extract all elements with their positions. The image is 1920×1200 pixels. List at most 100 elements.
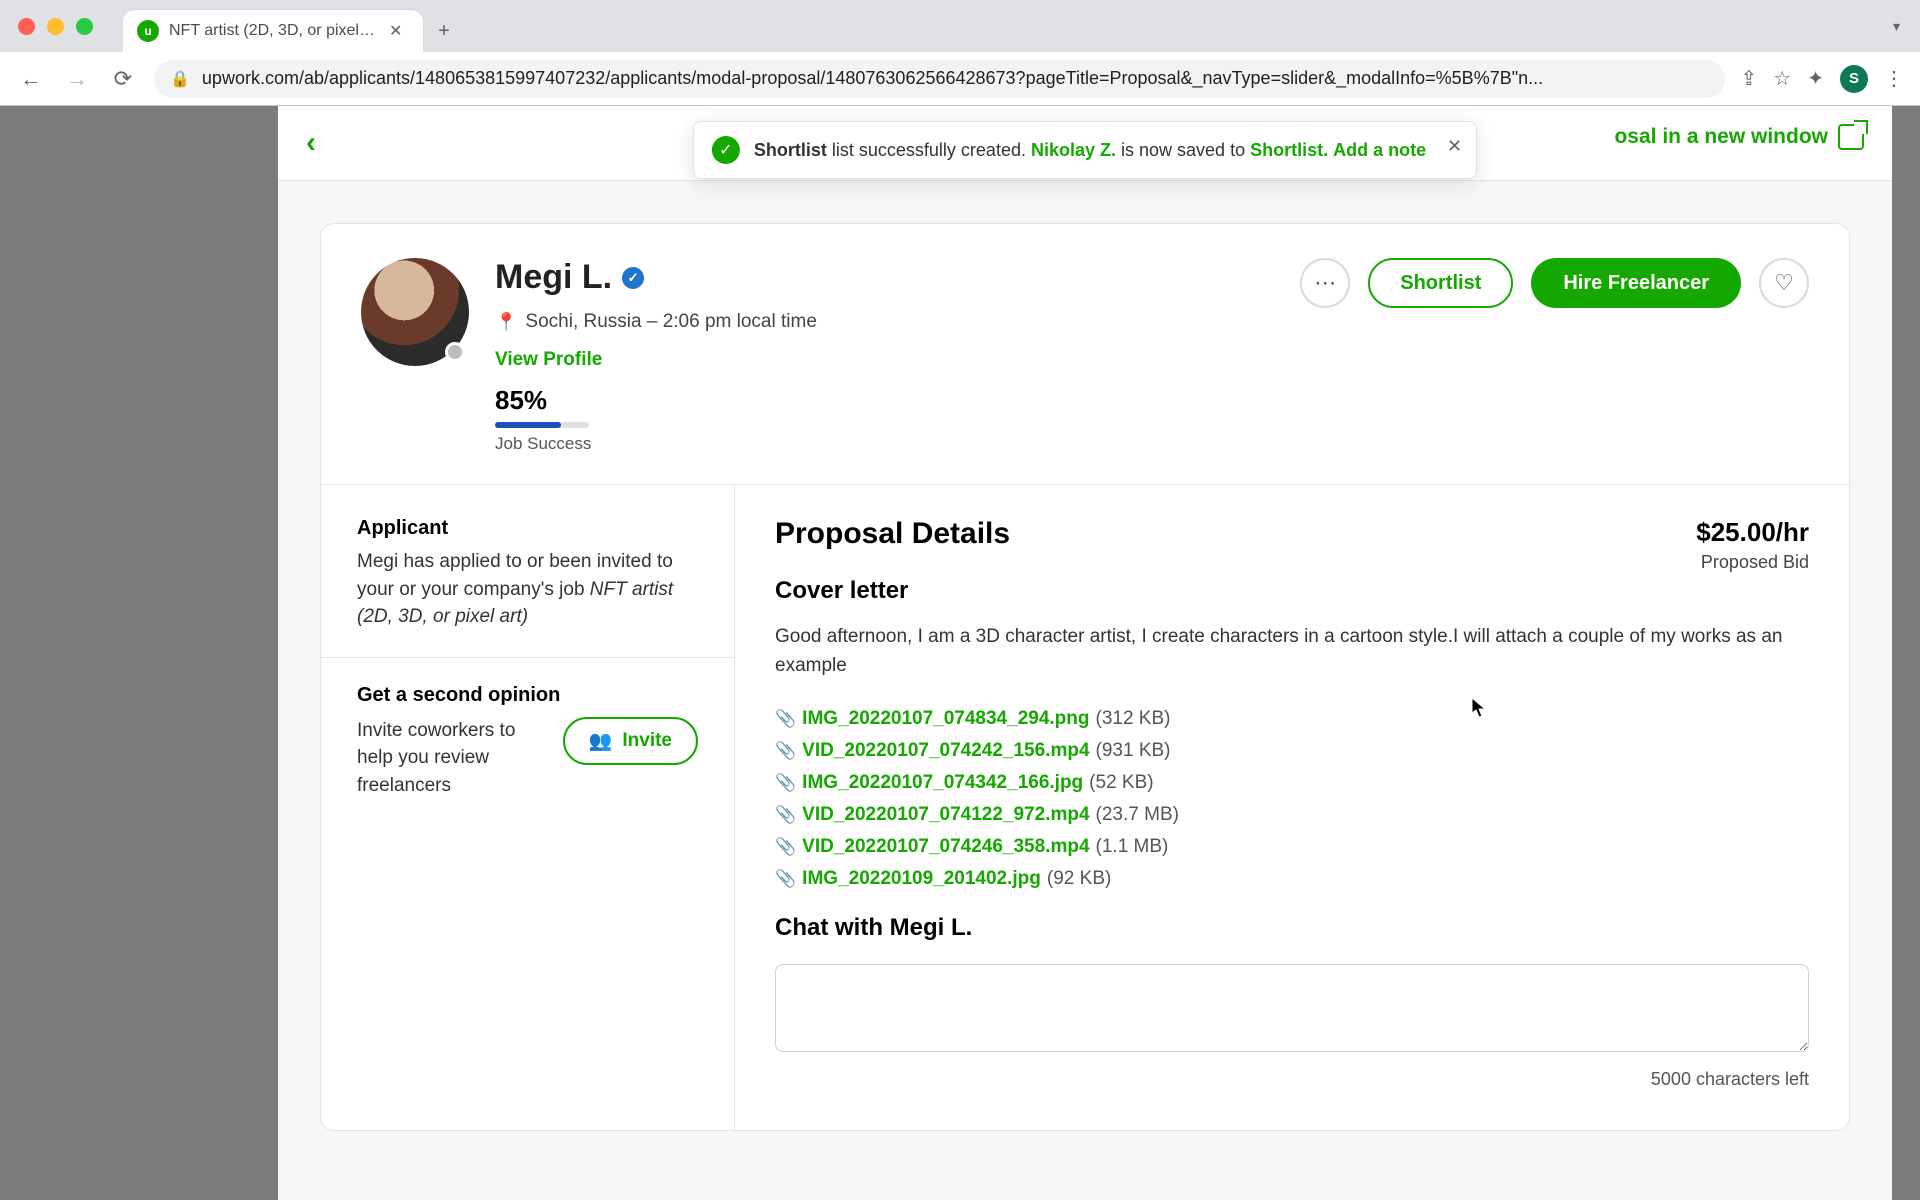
nav-forward-icon[interactable]: → [62, 66, 92, 92]
browser-profile-avatar[interactable]: S [1840, 65, 1868, 93]
profile-header: Megi L. ✓ 📍 Sochi, Russia – 2:06 pm loca… [321, 224, 1849, 484]
open-new-window-label: osal in a new window [1614, 125, 1828, 149]
attachment-link[interactable]: IMG_20220107_074834_294.png [802, 708, 1089, 730]
nav-back-icon[interactable]: ← [16, 66, 46, 92]
address-bar[interactable]: 🔒 upwork.com/ab/applicants/1480653815997… [154, 60, 1725, 98]
left-sidebar: Applicant Megi has applied to or been in… [321, 485, 735, 1130]
attachment-size: (23.7 MB) [1096, 804, 1179, 826]
applicant-description: Megi has applied to or been invited to y… [357, 548, 698, 631]
attachment-row: 📎 VID_20220107_074122_972.mp4 (23.7 MB) [775, 804, 1809, 826]
attachment-size: (52 KB) [1089, 772, 1153, 794]
shortlist-button[interactable]: Shortlist [1368, 258, 1513, 308]
chars-remaining: 5000 characters left [775, 1069, 1809, 1090]
paperclip-icon: 📎 [775, 869, 796, 889]
paperclip-icon: 📎 [775, 805, 796, 825]
cover-letter-text: Good afternoon, I am a 3D character arti… [775, 623, 1809, 680]
proposal-modal: ‹ osal in a new window ✓ Shortlist list … [278, 106, 1892, 1200]
more-actions-button[interactable]: ⋯ [1300, 258, 1350, 308]
window-close-icon[interactable] [18, 18, 35, 35]
lock-icon: 🔒 [170, 69, 190, 89]
browser-tab[interactable]: u NFT artist (2D, 3D, or pixel art) ✕ [123, 10, 423, 52]
freelancer-location: 📍 Sochi, Russia – 2:06 pm local time [495, 311, 817, 333]
favorite-button[interactable]: ♡ [1759, 258, 1809, 308]
freelancer-avatar[interactable] [361, 258, 469, 366]
paperclip-icon: 📎 [775, 837, 796, 857]
toast-close-icon[interactable]: ✕ [1447, 136, 1462, 157]
attachment-row: 📎 VID_20220107_074242_156.mp4 (931 KB) [775, 740, 1809, 762]
browser-chrome: u NFT artist (2D, 3D, or pixel art) ✕ + … [0, 0, 1920, 106]
attachment-link[interactable]: VID_20220107_074122_972.mp4 [802, 804, 1089, 826]
modal-back-icon[interactable]: ‹ [306, 126, 316, 160]
browser-toolbar: ← → ⟳ 🔒 upwork.com/ab/applicants/1480653… [0, 52, 1920, 105]
job-success-label: Job Success [495, 434, 817, 454]
modal-backdrop-left[interactable] [0, 106, 278, 1200]
chat-message-input[interactable] [775, 964, 1809, 1052]
divider [321, 657, 734, 658]
modal-backdrop-right[interactable] [1892, 106, 1920, 1200]
job-success-percent: 85% [495, 385, 817, 416]
proposed-bid-block: $25.00/hr Proposed Bid [1696, 517, 1809, 573]
tab-strip: u NFT artist (2D, 3D, or pixel art) ✕ + … [0, 0, 1920, 52]
share-icon[interactable]: ⇪ [1741, 66, 1758, 91]
bookmark-star-icon[interactable]: ☆ [1773, 66, 1791, 91]
invite-icon: 👥 [589, 729, 613, 753]
proposal-details-panel: $25.00/hr Proposed Bid Proposal Details … [735, 485, 1849, 1130]
shortlist-toast: ✓ Shortlist list successfully created. N… [693, 121, 1477, 179]
hire-freelancer-button[interactable]: Hire Freelancer [1531, 258, 1741, 308]
new-tab-button[interactable]: + [423, 10, 465, 52]
attachments-list: 📎 IMG_20220107_074834_294.png (312 KB) 📎 VI… [775, 708, 1809, 890]
bid-amount: $25.00/hr [1696, 517, 1809, 548]
attachment-link[interactable]: IMG_20220109_201402.jpg [802, 868, 1041, 890]
paperclip-icon: 📎 [775, 709, 796, 729]
toast-name-link[interactable]: Nikolay Z. [1031, 140, 1116, 160]
tab-title: NFT artist (2D, 3D, or pixel art) [169, 22, 379, 40]
profile-actions: ⋯ Shortlist Hire Freelancer ♡ [1300, 258, 1809, 308]
cover-letter-heading: Cover letter [775, 577, 1809, 605]
proposal-card: Megi L. ✓ 📍 Sochi, Russia – 2:06 pm loca… [320, 223, 1850, 1131]
tab-favicon-icon: u [137, 20, 159, 42]
attachment-row: 📎 IMG_20220109_201402.jpg (92 KB) [775, 868, 1809, 890]
open-new-window-link[interactable]: osal in a new window [1614, 124, 1864, 150]
attachment-link[interactable]: VID_20220107_074246_358.mp4 [802, 836, 1089, 858]
modal-header: ‹ osal in a new window ✓ Shortlist list … [278, 106, 1892, 181]
attachment-row: 📎 IMG_20220107_074834_294.png (312 KB) [775, 708, 1809, 730]
attachment-size: (1.1 MB) [1096, 836, 1169, 858]
presence-indicator-icon [445, 342, 465, 362]
chat-heading: Chat with Megi L. [775, 914, 1809, 942]
verified-badge-icon: ✓ [622, 267, 644, 289]
job-success-block: 85% Job Success [495, 385, 817, 454]
bid-label: Proposed Bid [1696, 552, 1809, 573]
url-text: upwork.com/ab/applicants/148065381599740… [202, 68, 1543, 89]
paperclip-icon: 📎 [775, 773, 796, 793]
location-pin-icon: 📍 [495, 312, 517, 333]
window-maximize-icon[interactable] [76, 18, 93, 35]
view-profile-link[interactable]: View Profile [495, 349, 602, 371]
attachment-size: (92 KB) [1047, 868, 1111, 890]
page-backdrop: ‹ osal in a new window ✓ Shortlist list … [0, 106, 1920, 1200]
tab-close-icon[interactable]: ✕ [389, 21, 402, 41]
extensions-icon[interactable]: ✦ [1807, 66, 1824, 91]
freelancer-name: Megi L. ✓ [495, 258, 817, 297]
attachment-link[interactable]: VID_20220107_074242_156.mp4 [802, 740, 1089, 762]
attachment-size: (312 KB) [1096, 708, 1171, 730]
browser-menu-icon[interactable]: ⋮ [1884, 66, 1904, 91]
check-circle-icon: ✓ [712, 136, 740, 164]
paperclip-icon: 📎 [775, 741, 796, 761]
proposal-details-heading: Proposal Details [775, 517, 1809, 551]
tabstrip-dropdown-icon[interactable]: ▾ [1893, 18, 1900, 35]
nav-reload-icon[interactable]: ⟳ [108, 66, 138, 92]
window-controls [18, 0, 93, 52]
second-opinion-text: Invite coworkers to help you review free… [357, 717, 545, 800]
attachment-size: (931 KB) [1096, 740, 1171, 762]
attachment-link[interactable]: IMG_20220107_074342_166.jpg [802, 772, 1083, 794]
toast-add-note-link[interactable]: Add a note [1333, 140, 1426, 160]
toast-text: Shortlist list successfully created. Nik… [754, 140, 1426, 161]
external-link-icon [1838, 124, 1864, 150]
toast-shortlist-link[interactable]: Shortlist. [1250, 140, 1328, 160]
job-success-bar [495, 422, 589, 428]
window-minimize-icon[interactable] [47, 18, 64, 35]
attachment-row: 📎 VID_20220107_074246_358.mp4 (1.1 MB) [775, 836, 1809, 858]
invite-coworkers-button[interactable]: 👥 Invite [563, 717, 698, 765]
applicant-section-title: Applicant [357, 517, 698, 540]
second-opinion-title: Get a second opinion [357, 684, 698, 707]
